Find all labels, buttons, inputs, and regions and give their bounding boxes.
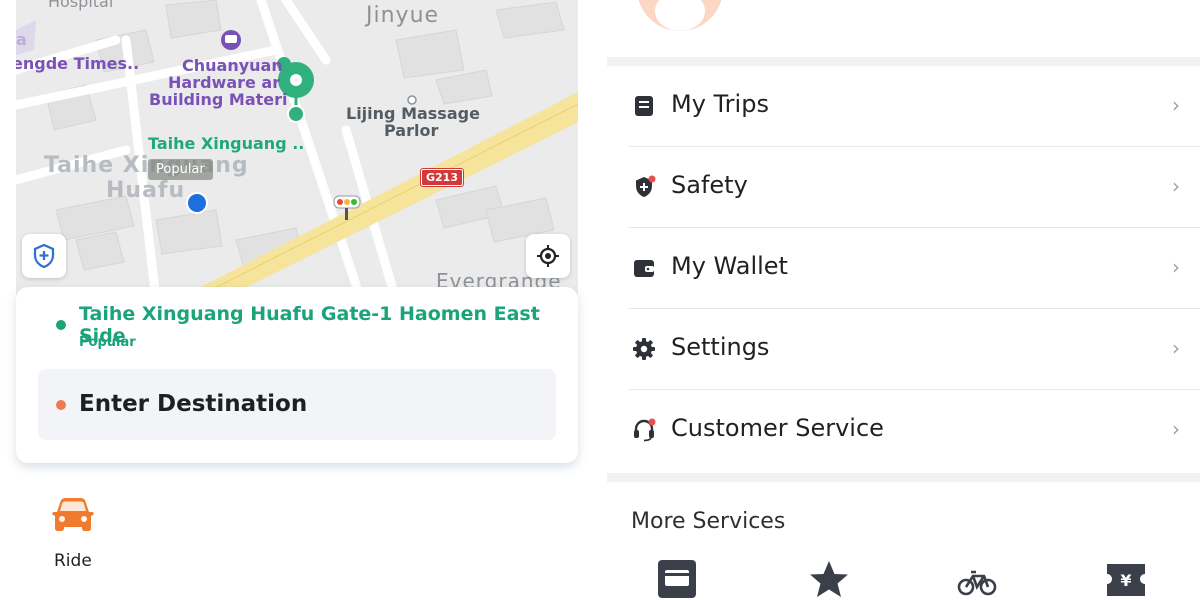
trip-card: Taihe Xinguang Huafu Gate-1 Haomen East …: [16, 287, 578, 463]
map-view[interactable]: Hospital Jinyue a engde Times.. Chuanyua…: [16, 0, 578, 300]
ride-label: Ride: [54, 551, 92, 571]
pickup-location[interactable]: Taihe Xinguang Huafu Gate-1 Haomen East …: [79, 303, 578, 347]
chevron-right-icon: ›: [1172, 336, 1180, 360]
shield-icon: [636, 175, 656, 197]
locate-me-button[interactable]: [526, 234, 570, 278]
shield-plus-icon: [33, 244, 55, 268]
ride-home-screen: Hospital Jinyue a engde Times.. Chuanyua…: [0, 0, 593, 600]
map-label-taihe-big-2: Huafu: [106, 178, 186, 203]
headset-icon: [634, 418, 656, 442]
menu-label-my-trips: My Trips: [671, 90, 769, 118]
menu-label-safety: Safety: [671, 171, 748, 199]
ticket-icon: ¥: [1107, 564, 1145, 596]
map-label-taihe-big-1: Taihe Xinguang: [44, 153, 249, 178]
more-services-section: More Services ¥: [607, 482, 1200, 600]
car-icon: [52, 498, 94, 531]
wallet-icon: [634, 260, 654, 277]
map-label-chuanyuan-3: Building Materi: [149, 90, 288, 109]
star-icon: [810, 561, 848, 597]
pickup-dot: [56, 320, 66, 330]
service-star-button[interactable]: [807, 560, 851, 600]
map-label-lijing-2: Parlor: [384, 121, 439, 140]
menu-item-my-wallet[interactable]: My Wallet ›: [607, 228, 1200, 309]
service-bike-button[interactable]: [957, 560, 997, 600]
chevron-right-icon: ›: [1172, 93, 1180, 117]
account-menu: My Trips › Safety › My Wallet › Settings…: [607, 66, 1200, 473]
profile-menu-screen: My Trips › Safety › My Wallet › Settings…: [607, 0, 1200, 600]
profile-header: [607, 0, 1200, 57]
more-services-title: More Services: [631, 509, 786, 534]
menu-item-settings[interactable]: Settings ›: [607, 309, 1200, 390]
crosshair-icon: [537, 245, 559, 267]
destination-dot: [56, 400, 66, 410]
menu-item-safety[interactable]: Safety ›: [607, 147, 1200, 228]
menu-label-customer-service: Customer Service: [671, 414, 884, 442]
chevron-right-icon: ›: [1172, 174, 1180, 198]
service-ticket-button[interactable]: ¥: [1105, 560, 1147, 600]
service-card-button[interactable]: [657, 560, 697, 600]
map-label-shengde: engde Times..: [16, 54, 140, 73]
destination-placeholder: Enter Destination: [79, 391, 308, 417]
menu-item-customer-service[interactable]: Customer Service ›: [607, 390, 1200, 471]
safety-shield-button[interactable]: [22, 234, 66, 278]
trips-icon: [635, 96, 653, 116]
map-label-hospital: Hospital: [48, 0, 114, 11]
avatar-face-icon: [637, 0, 723, 31]
menu-label-settings: Settings: [671, 333, 770, 361]
card-icon: [658, 560, 696, 598]
destination-input[interactable]: Enter Destination: [38, 369, 556, 440]
bike-icon: [957, 570, 997, 596]
chevron-right-icon: ›: [1172, 255, 1180, 279]
road-badge: G213: [420, 168, 464, 187]
chevron-right-icon: ›: [1172, 417, 1180, 441]
menu-item-my-trips[interactable]: My Trips ›: [607, 66, 1200, 147]
map-label-jinyue: Jinyue: [366, 3, 440, 28]
avatar[interactable]: [637, 0, 723, 31]
popular-map-tag: Popular: [148, 159, 213, 180]
map-label-a-fragment: a: [16, 30, 27, 49]
gear-icon: [633, 338, 655, 360]
svg-text:¥: ¥: [1120, 571, 1131, 590]
menu-label-my-wallet: My Wallet: [671, 252, 788, 280]
map-label-taihe-small: Taihe Xinguang ..: [148, 134, 305, 153]
pickup-popular-tag: Popular: [79, 335, 136, 350]
